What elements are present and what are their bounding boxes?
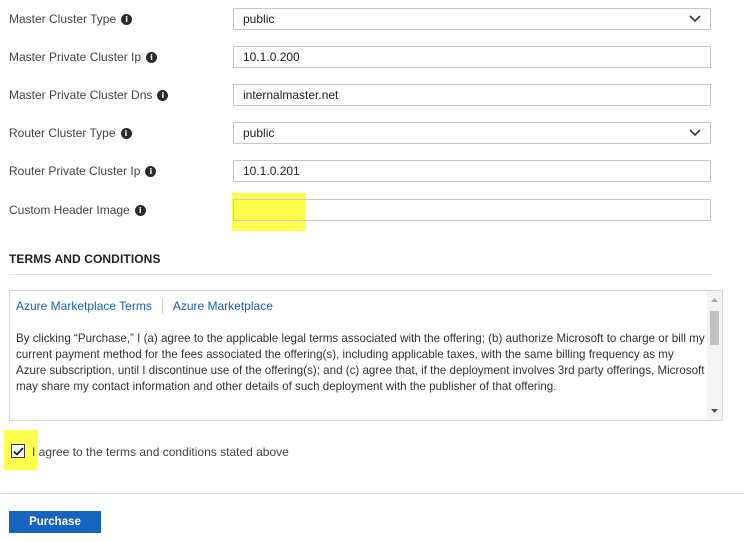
agree-label: I agree to the terms and conditions stat… — [32, 445, 289, 459]
master-private-dns-label: Master Private Cluster Dns i — [9, 88, 169, 102]
router-private-ip-input[interactable]: 10.1.0.201 — [233, 160, 711, 182]
chevron-down-icon — [689, 15, 701, 23]
master-cluster-type-label: Master Cluster Type i — [9, 12, 133, 26]
master-private-ip-input[interactable]: 10.1.0.200 — [233, 46, 711, 68]
scroll-thumb[interactable] — [710, 311, 719, 345]
chevron-down-icon — [689, 129, 701, 137]
custom-header-image-input[interactable] — [233, 199, 711, 221]
master-cluster-type-value: public — [243, 12, 275, 26]
terms-heading: TERMS AND CONDITIONS — [9, 252, 161, 266]
scroll-down-arrow-icon[interactable] — [707, 404, 722, 418]
custom-header-image-label: Custom Header Image i — [9, 203, 146, 217]
master-cluster-type-row: Master Cluster Type i public — [0, 4, 744, 34]
info-icon[interactable]: i — [145, 165, 157, 177]
terms-scrollbar[interactable] — [707, 291, 722, 420]
master-cluster-type-select[interactable]: public — [233, 8, 711, 30]
terms-box[interactable]: Azure Marketplace Terms Azure Marketplac… — [9, 290, 723, 421]
router-private-ip-row: Router Private Cluster Ip i 10.1.0.201 — [0, 156, 744, 186]
link-separator — [161, 299, 163, 313]
router-private-ip-label: Router Private Cluster Ip i — [9, 164, 157, 178]
router-cluster-type-label: Router Cluster Type i — [9, 126, 132, 140]
checkmark-icon — [12, 446, 24, 456]
router-cluster-type-row: Router Cluster Type i public — [0, 118, 744, 148]
agree-checkbox[interactable] — [11, 444, 25, 458]
info-icon[interactable]: i — [134, 204, 146, 216]
azure-marketplace-link[interactable]: Azure Marketplace — [173, 299, 273, 313]
info-icon[interactable]: i — [120, 127, 132, 139]
azure-marketplace-terms-link[interactable]: Azure Marketplace Terms — [16, 299, 152, 313]
master-private-ip-label: Master Private Cluster Ip i — [9, 50, 158, 64]
master-private-dns-row: Master Private Cluster Dns i internalmas… — [0, 80, 744, 110]
terms-text: By clicking “Purchase,” I (a) agree to t… — [16, 332, 705, 393]
master-private-ip-row: Master Private Cluster Ip i 10.1.0.200 — [0, 42, 744, 72]
terms-links: Azure Marketplace Terms Azure Marketplac… — [16, 299, 273, 313]
router-cluster-type-select[interactable]: public — [233, 122, 711, 144]
info-icon[interactable]: i — [146, 51, 158, 63]
divider — [9, 274, 712, 275]
custom-header-image-row: Custom Header Image i — [0, 195, 744, 225]
scroll-up-arrow-icon[interactable] — [707, 293, 722, 307]
purchase-button[interactable]: Purchase — [9, 511, 101, 533]
info-icon[interactable]: i — [121, 13, 133, 25]
router-cluster-type-value: public — [243, 126, 275, 140]
master-private-dns-input[interactable]: internalmaster.net — [233, 84, 711, 106]
info-icon[interactable]: i — [157, 89, 169, 101]
page: Master Cluster Type i public Master Priv… — [0, 0, 744, 542]
divider — [0, 493, 744, 494]
